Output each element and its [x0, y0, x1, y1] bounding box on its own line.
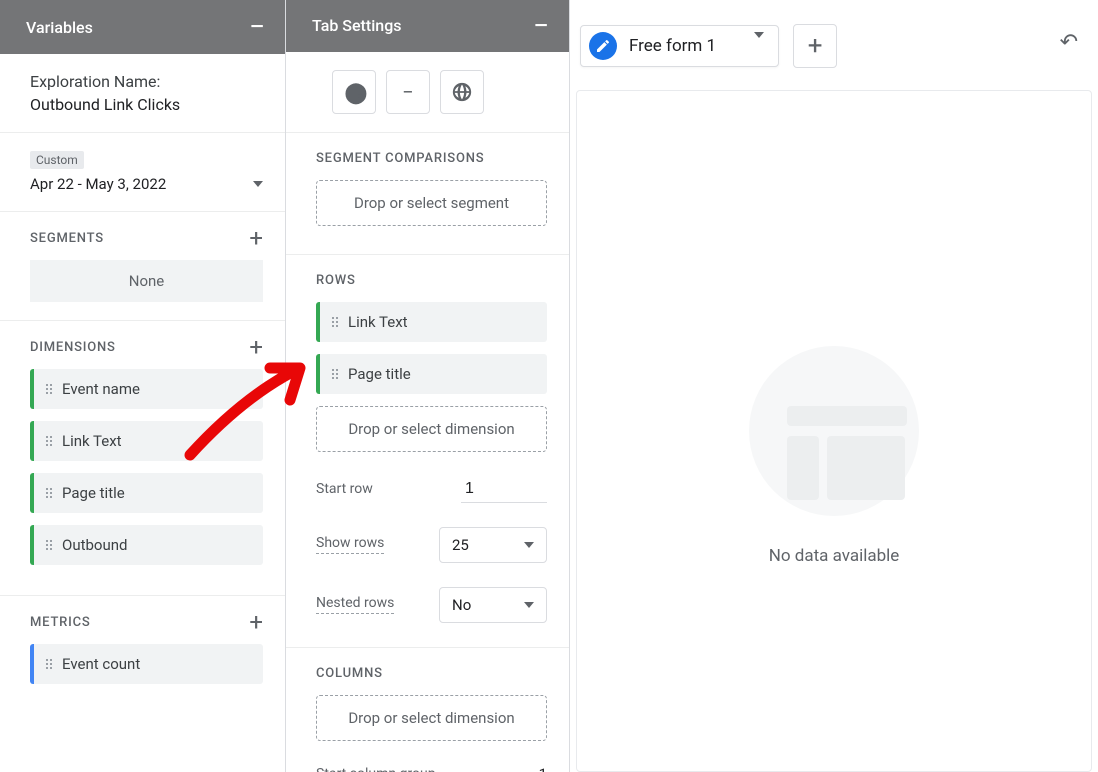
show-rows-value: 25 — [452, 536, 469, 554]
row-label: Link Text — [348, 313, 408, 331]
collapse-variables-button[interactable]: − — [249, 21, 265, 33]
technique-visualization-button[interactable]: − — [386, 70, 430, 114]
report-tab-bar: Free form 1 + — [580, 24, 1088, 68]
chevron-down-icon — [253, 181, 263, 187]
tab-name: Free form 1 — [629, 36, 736, 56]
row-pill[interactable]: Link Text — [316, 302, 547, 342]
metric-pill[interactable]: Event count — [30, 644, 263, 684]
report-canvas: No data available — [576, 90, 1092, 772]
date-range-section: Custom Apr 22 - May 3, 2022 — [0, 133, 285, 212]
rows-dimension-dropzone[interactable]: Drop or select dimension — [316, 406, 547, 452]
drag-handle-icon — [46, 384, 52, 394]
nested-rows-row: Nested rows No — [316, 587, 547, 623]
dimensions-title: DIMENSIONS — [30, 340, 116, 355]
tab-menu-button[interactable] — [748, 38, 770, 54]
start-column-group-row: Start column group 1 — [316, 765, 547, 772]
row-pill[interactable]: Page title — [316, 354, 547, 394]
drag-handle-icon — [332, 317, 338, 327]
nested-rows-select[interactable]: No — [439, 587, 547, 623]
metric-label: Event count — [62, 655, 140, 673]
start-row-input[interactable] — [461, 476, 547, 503]
chevron-down-icon — [524, 542, 534, 548]
tab-settings-title: Tab Settings — [312, 16, 402, 35]
exploration-name-value[interactable]: Outbound Link Clicks — [30, 95, 263, 114]
add-dimension-button[interactable]: + — [249, 339, 263, 355]
edit-icon — [589, 32, 617, 60]
rows-section: ROWS Link Text Page title Drop or select… — [286, 255, 569, 648]
add-tab-button[interactable]: + — [793, 24, 837, 68]
undo-button[interactable]: ↶ — [1060, 30, 1078, 55]
dimension-label: Link Text — [62, 432, 122, 450]
collapse-tab-settings-button[interactable]: − — [533, 20, 549, 32]
start-column-group-label: Start column group — [316, 766, 436, 772]
dimension-label: Event name — [62, 380, 140, 398]
exploration-name-label: Exploration Name: — [30, 72, 263, 91]
drag-handle-icon — [46, 659, 52, 669]
no-data-text: No data available — [769, 546, 900, 566]
globe-icon — [451, 81, 473, 103]
segments-section: SEGMENTS + None — [0, 212, 285, 321]
dimension-label: Page title — [62, 484, 125, 502]
add-metric-button[interactable]: + — [249, 614, 263, 630]
drag-handle-icon — [46, 436, 52, 446]
chevron-down-icon — [754, 32, 764, 54]
dimension-pill[interactable]: Link Text — [30, 421, 263, 461]
columns-dimension-dropzone[interactable]: Drop or select dimension — [316, 695, 547, 741]
columns-section: COLUMNS Drop or select dimension Start c… — [286, 648, 569, 772]
drag-handle-icon — [46, 540, 52, 550]
dimension-label: Outbound — [62, 536, 128, 554]
segment-dropzone[interactable]: Drop or select segment — [316, 180, 547, 226]
date-range-picker[interactable]: Apr 22 - May 3, 2022 — [30, 175, 263, 193]
dimensions-section: DIMENSIONS + Event name Link Text Page t… — [0, 321, 285, 596]
rows-title: ROWS — [316, 273, 547, 288]
chevron-down-icon — [524, 602, 534, 608]
segment-comparisons-title: SEGMENT COMPARISONS — [316, 151, 547, 166]
start-row-row: Start row — [316, 476, 547, 503]
show-rows-select[interactable]: 25 — [439, 527, 547, 563]
report-canvas-panel: Free form 1 + ↶ No data available — [570, 0, 1098, 772]
segment-comparisons-section: SEGMENT COMPARISONS Drop or select segme… — [286, 133, 569, 255]
metrics-title: METRICS — [30, 615, 91, 630]
metrics-section: METRICS + Event count — [0, 596, 285, 714]
date-range-text: Apr 22 - May 3, 2022 — [30, 175, 166, 193]
dimension-pill[interactable]: Outbound — [30, 525, 263, 565]
technique-visualization-button[interactable] — [440, 70, 484, 114]
add-segment-button[interactable]: + — [249, 230, 263, 246]
dimension-pill[interactable]: Event name — [30, 369, 263, 409]
nested-rows-value: No — [452, 596, 471, 614]
start-row-label: Start row — [316, 481, 373, 497]
variables-title: Variables — [26, 18, 93, 37]
drag-handle-icon — [46, 488, 52, 498]
segments-title: SEGMENTS — [30, 231, 104, 246]
nested-rows-label: Nested rows — [316, 595, 394, 614]
dimension-pill[interactable]: Page title — [30, 473, 263, 513]
drag-handle-icon — [332, 369, 338, 379]
tab-settings-panel: Tab Settings − ⬤○ − SEGMENT COMPARISONS … — [286, 0, 570, 772]
columns-title: COLUMNS — [316, 666, 547, 681]
start-column-group-value: 1 — [539, 765, 547, 772]
technique-visualization-button[interactable]: ⬤○ — [332, 70, 376, 114]
empty-state-graphic — [749, 346, 919, 516]
show-rows-label: Show rows — [316, 535, 384, 554]
segments-none[interactable]: None — [30, 260, 263, 302]
exploration-name-section: Exploration Name: Outbound Link Clicks — [0, 54, 285, 133]
date-range-chip: Custom — [30, 151, 84, 169]
technique-section: ⬤○ − — [286, 52, 569, 133]
variables-panel: Variables − Exploration Name: Outbound L… — [0, 0, 286, 772]
show-rows-row: Show rows 25 — [316, 527, 547, 563]
tab-settings-header: Tab Settings − — [286, 0, 569, 52]
row-label: Page title — [348, 365, 411, 383]
active-tab[interactable]: Free form 1 — [580, 25, 779, 67]
variables-header: Variables − — [0, 0, 285, 54]
